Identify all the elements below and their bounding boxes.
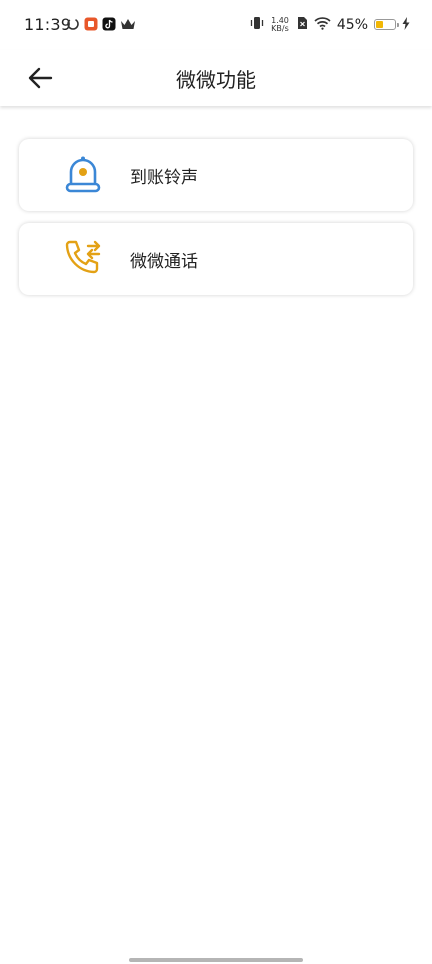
home-indicator[interactable] [129,958,303,962]
battery-percent: 45% [336,16,368,33]
app-badge-icon [84,16,98,35]
tiktok-icon [102,16,116,35]
feature-list: 到账铃声 微微通话 [19,139,413,307]
feature-card-call[interactable]: 微微通话 [19,223,413,295]
sync-icon [66,16,80,35]
charging-icon [402,15,410,34]
wifi-icon [314,15,331,34]
app-header: 微微功能 [0,50,432,106]
vibrate-icon [249,15,265,34]
feature-card-arrival-ringtone[interactable]: 到账铃声 [19,139,413,211]
bell-icon [61,153,105,197]
status-system-icons: 1.40 KB/s 45% [249,15,410,34]
status-time: 11:39 [24,15,72,34]
net-speed: 1.40 KB/s [271,16,289,33]
sim-off-icon [297,15,308,34]
status-bar: 11:39 1.40 KB/s 45% [0,0,432,50]
feature-label: 到账铃声 [130,168,198,188]
feature-label: 微微通话 [130,252,198,272]
battery-fill [376,21,383,28]
crown-icon [120,16,136,35]
battery-icon [374,19,399,30]
net-speed-unit: KB/s [271,23,289,33]
battery-nub [397,23,399,27]
phone-transfer-icon [61,237,105,281]
status-notification-icons [66,16,136,35]
page-title: 微微功能 [176,68,256,92]
